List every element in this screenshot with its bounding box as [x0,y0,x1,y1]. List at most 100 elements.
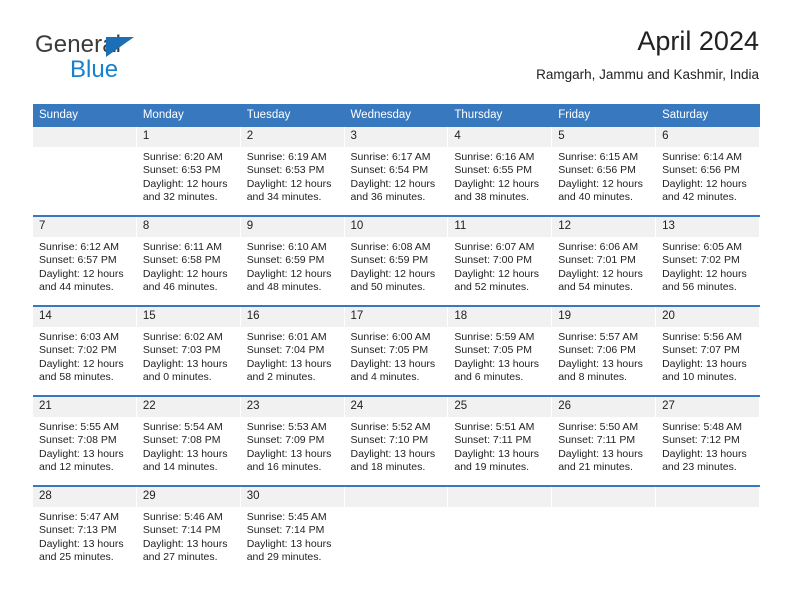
day-cell[interactable]: 7 Sunrise: 6:12 AM Sunset: 6:57 PM Dayli… [33,215,137,306]
day-cell[interactable]: 19 Sunrise: 5:57 AM Sunset: 7:06 PM Dayl… [552,305,657,396]
daylight-text: Daylight: 12 hours and 38 minutes. [454,177,540,204]
week-row: 28 Sunrise: 5:47 AM Sunset: 7:13 PM Dayl… [33,485,760,575]
day-cell[interactable]: 3 Sunrise: 6:17 AM Sunset: 6:54 PM Dayli… [344,127,449,216]
daylight-text: Daylight: 12 hours and 52 minutes. [454,267,540,294]
daylight-text: Daylight: 13 hours and 2 minutes. [246,357,332,384]
day-cell[interactable]: 25 Sunrise: 5:51 AM Sunset: 7:11 PM Dayl… [448,395,553,486]
sunrise-text: Sunrise: 6:20 AM [142,151,223,163]
day-cell[interactable]: 28 Sunrise: 5:47 AM Sunset: 7:13 PM Dayl… [33,485,137,575]
day-cell[interactable]: 22 Sunrise: 5:54 AM Sunset: 7:08 PM Dayl… [136,395,241,486]
daylight-text: Daylight: 13 hours and 25 minutes. [39,537,124,564]
day-number [33,127,137,147]
week-row: 21 Sunrise: 5:55 AM Sunset: 7:08 PM Dayl… [33,395,760,486]
sunset-text: Sunset: 7:00 PM [454,254,533,267]
logo-triangle-icon [106,37,134,57]
day-info: Sunrise: 6:14 AM Sunset: 6:56 PM Dayligh… [656,147,760,205]
day-cell[interactable]: 26 Sunrise: 5:50 AM Sunset: 7:11 PM Dayl… [552,395,657,486]
sunset-text: Sunset: 7:07 PM [662,344,740,357]
calendar-grid: Sunday Monday Tuesday Wednesday Thursday… [33,104,760,575]
calendar-page: General Blue April 2024 Ramgarh, Jammu a… [0,0,792,612]
daylight-text: Daylight: 12 hours and 46 minutes. [142,267,228,294]
daylight-text: Daylight: 12 hours and 42 minutes. [662,177,747,204]
day-cell[interactable]: 29 Sunrise: 5:46 AM Sunset: 7:14 PM Dayl… [136,485,241,575]
sunrise-text: Sunrise: 5:51 AM [454,421,535,433]
sunrise-text: Sunrise: 6:02 AM [142,331,223,343]
day-cell[interactable]: 5 Sunrise: 6:15 AM Sunset: 6:56 PM Dayli… [552,127,657,216]
day-info: Sunrise: 6:12 AM Sunset: 6:57 PM Dayligh… [33,237,137,295]
day-cell[interactable]: 1 Sunrise: 6:20 AM Sunset: 6:53 PM Dayli… [136,127,241,216]
day-number: 12 [552,217,657,237]
day-number: 26 [552,397,657,417]
daylight-text: Daylight: 12 hours and 34 minutes. [246,177,332,204]
day-number: 22 [136,397,241,417]
calendar-body: 1 Sunrise: 6:20 AM Sunset: 6:53 PM Dayli… [33,127,760,575]
day-cell[interactable]: 30 Sunrise: 5:45 AM Sunset: 7:14 PM Dayl… [240,485,345,575]
day-info: Sunrise: 5:47 AM Sunset: 7:13 PM Dayligh… [33,507,137,565]
week-row: 14 Sunrise: 6:03 AM Sunset: 7:02 PM Dayl… [33,305,760,396]
sunrise-text: Sunrise: 6:08 AM [350,241,431,253]
day-cell[interactable]: 14 Sunrise: 6:03 AM Sunset: 7:02 PM Dayl… [33,305,137,396]
day-number: 14 [33,307,137,327]
day-cell[interactable]: 4 Sunrise: 6:16 AM Sunset: 6:55 PM Dayli… [448,127,553,216]
daylight-text: Daylight: 12 hours and 40 minutes. [558,177,643,204]
page-title: April 2024 [637,26,759,56]
daylight-text: Daylight: 12 hours and 48 minutes. [246,267,332,294]
week-row: 1 Sunrise: 6:20 AM Sunset: 6:53 PM Dayli… [33,127,760,216]
day-number: 16 [240,307,345,327]
sunrise-text: Sunrise: 5:46 AM [142,511,223,523]
sunset-text: Sunset: 7:06 PM [558,344,636,357]
day-number: 24 [344,397,449,417]
sunset-text: Sunset: 7:10 PM [350,434,429,447]
day-cell[interactable]: 13 Sunrise: 6:05 AM Sunset: 7:02 PM Dayl… [656,215,760,306]
page-subtitle: Ramgarh, Jammu and Kashmir, India [536,67,759,82]
day-number: 21 [33,397,137,417]
sunrise-text: Sunrise: 6:06 AM [558,241,639,253]
day-cell[interactable]: 10 Sunrise: 6:08 AM Sunset: 6:59 PM Dayl… [344,215,449,306]
day-info: Sunrise: 6:16 AM Sunset: 6:55 PM Dayligh… [448,147,552,205]
day-cell[interactable]: 12 Sunrise: 6:06 AM Sunset: 7:01 PM Dayl… [552,215,657,306]
day-cell[interactable]: 9 Sunrise: 6:10 AM Sunset: 6:59 PM Dayli… [240,215,345,306]
day-info: Sunrise: 6:07 AM Sunset: 7:00 PM Dayligh… [448,237,552,295]
day-cell[interactable]: 18 Sunrise: 5:59 AM Sunset: 7:05 PM Dayl… [448,305,553,396]
day-cell[interactable]: 11 Sunrise: 6:07 AM Sunset: 7:00 PM Dayl… [448,215,553,306]
day-cell[interactable]: 23 Sunrise: 5:53 AM Sunset: 7:09 PM Dayl… [240,395,345,486]
sunset-text: Sunset: 7:05 PM [350,344,429,357]
weekday-header-monday: Monday [136,104,241,127]
sunrise-text: Sunrise: 6:16 AM [454,151,535,163]
sunrise-text: Sunrise: 5:48 AM [662,421,743,433]
sunset-text: Sunset: 6:59 PM [246,254,325,267]
weekday-header-row: Sunday Monday Tuesday Wednesday Thursday… [33,104,760,127]
day-cell[interactable]: 16 Sunrise: 6:01 AM Sunset: 7:04 PM Dayl… [240,305,345,396]
daylight-text: Daylight: 13 hours and 21 minutes. [558,447,643,474]
day-cell[interactable]: 2 Sunrise: 6:19 AM Sunset: 6:53 PM Dayli… [240,127,345,216]
day-cell [552,485,657,575]
day-cell [33,127,137,216]
sunrise-text: Sunrise: 6:01 AM [246,331,327,343]
page-header: General Blue April 2024 Ramgarh, Jammu a… [33,24,759,96]
day-info: Sunrise: 6:15 AM Sunset: 6:56 PM Dayligh… [552,147,656,205]
day-cell[interactable]: 20 Sunrise: 5:56 AM Sunset: 7:07 PM Dayl… [656,305,760,396]
day-number [552,487,657,507]
sunset-text: Sunset: 7:05 PM [454,344,533,357]
day-cell[interactable]: 6 Sunrise: 6:14 AM Sunset: 6:56 PM Dayli… [656,127,760,216]
day-info: Sunrise: 5:59 AM Sunset: 7:05 PM Dayligh… [448,327,552,385]
day-info: Sunrise: 6:02 AM Sunset: 7:03 PM Dayligh… [137,327,241,385]
daylight-text: Daylight: 12 hours and 56 minutes. [662,267,747,294]
sunrise-text: Sunrise: 6:19 AM [246,151,327,163]
sunrise-text: Sunrise: 6:14 AM [662,151,743,163]
sunset-text: Sunset: 6:53 PM [246,164,325,177]
day-info: Sunrise: 5:57 AM Sunset: 7:06 PM Dayligh… [552,327,656,385]
day-info: Sunrise: 5:54 AM Sunset: 7:08 PM Dayligh… [137,417,241,475]
sunset-text: Sunset: 7:13 PM [39,524,117,537]
day-cell[interactable]: 27 Sunrise: 5:48 AM Sunset: 7:12 PM Dayl… [656,395,760,486]
general-blue-logo[interactable]: General Blue [35,32,215,88]
day-info: Sunrise: 5:53 AM Sunset: 7:09 PM Dayligh… [241,417,345,475]
day-cell[interactable]: 17 Sunrise: 6:00 AM Sunset: 7:05 PM Dayl… [344,305,449,396]
daylight-text: Daylight: 12 hours and 58 minutes. [39,357,124,384]
day-cell[interactable]: 21 Sunrise: 5:55 AM Sunset: 7:08 PM Dayl… [33,395,137,486]
day-number: 25 [448,397,553,417]
day-cell[interactable]: 8 Sunrise: 6:11 AM Sunset: 6:58 PM Dayli… [136,215,241,306]
weekday-header-thursday: Thursday [448,104,553,127]
day-cell[interactable]: 24 Sunrise: 5:52 AM Sunset: 7:10 PM Dayl… [344,395,449,486]
day-cell[interactable]: 15 Sunrise: 6:02 AM Sunset: 7:03 PM Dayl… [136,305,241,396]
